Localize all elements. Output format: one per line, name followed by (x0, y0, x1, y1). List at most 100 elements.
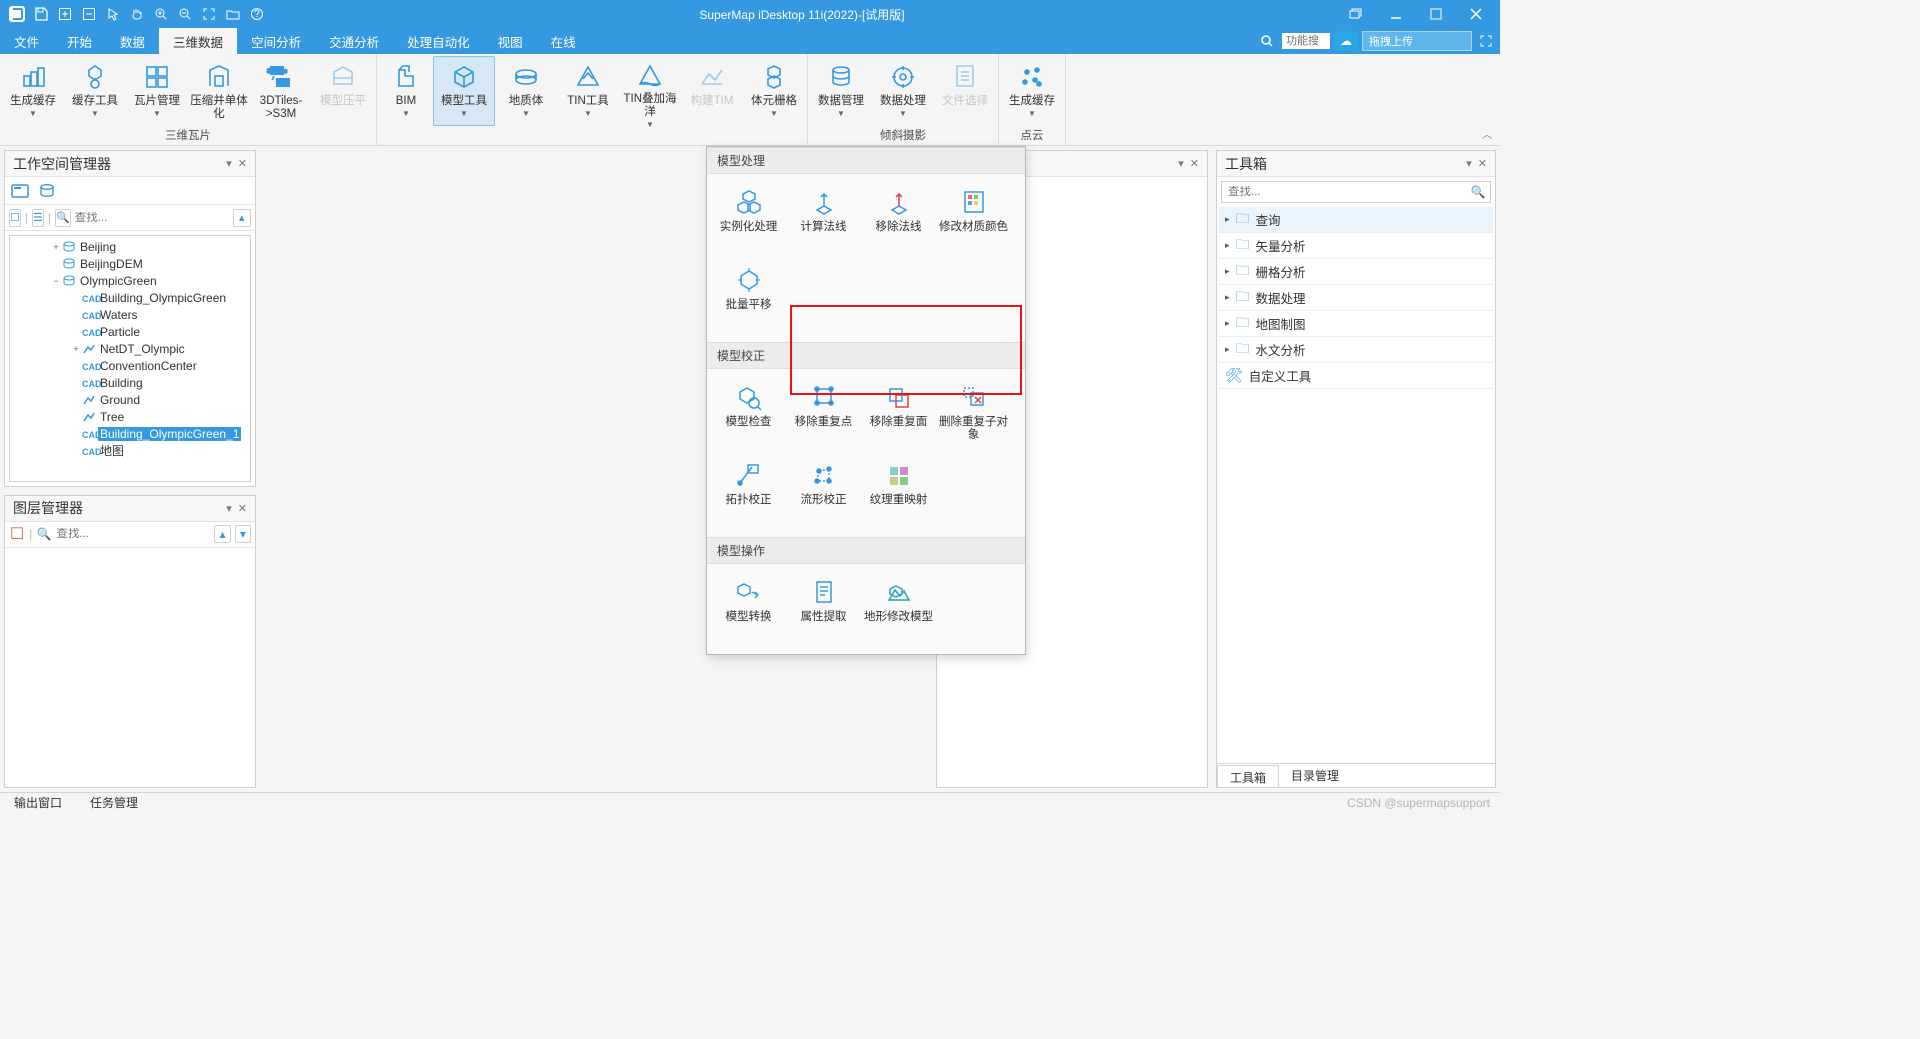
tree-node[interactable]: CADBuilding_OlympicGreen (10, 289, 250, 306)
menu-tab-view[interactable]: 视图 (484, 28, 537, 54)
layer-search-icon[interactable]: 🔍 (36, 525, 52, 543)
menu-tab-file[interactable]: 文件 (0, 28, 53, 54)
gallery-item[interactable]: 移除法线 (861, 180, 936, 258)
ribbon-button[interactable]: 体元栅格▼ (743, 56, 805, 126)
toolbox-item[interactable]: ▸🗀查询 (1219, 207, 1493, 233)
ribbon-button[interactable]: TIN叠加海洋▼ (619, 56, 681, 126)
tree-node[interactable]: CADParticle (10, 323, 250, 340)
panel-options-icon[interactable]: ▾ (226, 502, 232, 515)
tree-db-filter-icon[interactable]: ☰ (32, 209, 44, 227)
view-canvas[interactable]: 模型处理实例化处理计算法线移除法线修改材质颜色批量平移模型校正模型检查移除重复点… (260, 146, 932, 792)
toolbox-item[interactable]: ▸🗀水文分析 (1219, 337, 1493, 363)
panel-close-icon[interactable]: ✕ (1190, 157, 1199, 170)
panel-close-icon[interactable]: ✕ (238, 502, 247, 515)
ribbon-collapse-icon[interactable]: ︿ (1482, 126, 1492, 141)
menu-tab-spatial[interactable]: 空间分析 (237, 28, 315, 54)
cloud-icon[interactable]: ☁ (1334, 31, 1358, 51)
save-icon[interactable] (30, 3, 52, 25)
gallery-item[interactable]: 实例化处理 (711, 180, 786, 258)
gallery-item[interactable]: 纹理重映射 (861, 453, 936, 531)
layer-prev-icon[interactable]: ▴ (214, 525, 230, 543)
layer-search-input[interactable] (56, 528, 210, 540)
toolbox-tab-toolbox[interactable]: 工具箱 (1217, 765, 1279, 787)
tree-node[interactable]: CADWaters (10, 306, 250, 323)
tree-node[interactable]: −OlympicGreen (10, 272, 250, 289)
toolbox-item[interactable]: ▸🗀地图制图 (1219, 311, 1493, 337)
fullscreen-icon[interactable] (1476, 35, 1496, 47)
drag-upload-hint[interactable]: 拖拽上传 (1362, 31, 1472, 51)
layer-next-icon[interactable]: ▾ (235, 525, 251, 543)
toolbox-item[interactable]: 🛠自定义工具 (1219, 363, 1493, 389)
pointer-icon[interactable] (102, 3, 124, 25)
layer-add-icon[interactable]: ☐ (9, 525, 25, 543)
panel-close-icon[interactable]: ✕ (238, 157, 247, 170)
menu-tab-online[interactable]: 在线 (537, 28, 590, 54)
gallery-item[interactable]: 修改材质颜色 (936, 180, 1011, 258)
extent-icon[interactable] (198, 3, 220, 25)
window-minimize-icon[interactable] (1376, 0, 1416, 28)
open-folder-icon[interactable] (222, 3, 244, 25)
ribbon-button[interactable]: 生成缓存▼ (1001, 56, 1063, 126)
gallery-item[interactable]: 移除重复点 (786, 375, 861, 453)
tree-node[interactable]: CADBuilding (10, 374, 250, 391)
ribbon-button[interactable]: 模型工具▼ (433, 56, 495, 126)
gallery-item[interactable]: 计算法线 (786, 180, 861, 258)
tree-search-icon[interactable]: 🔍 (55, 209, 71, 227)
workspace-tree[interactable]: +BeijingBeijingDEM−OlympicGreenCADBuildi… (9, 235, 251, 482)
ribbon-button[interactable]: 瓦片管理▼ (126, 56, 188, 126)
search-icon[interactable] (1256, 34, 1278, 48)
ribbon-button[interactable]: 数据管理▼ (810, 56, 872, 126)
gallery-item[interactable]: 移除重复面 (861, 375, 936, 453)
toolbox-item[interactable]: ▸🗀数据处理 (1219, 285, 1493, 311)
tree-node[interactable]: Tree (10, 408, 250, 425)
tree-node[interactable]: CADConventionCenter (10, 357, 250, 374)
ribbon-button[interactable]: 3DTilesS3M3DTiles->S3M (250, 56, 312, 126)
ribbon-button[interactable]: 生成缓存▼ (2, 56, 64, 126)
menu-tab-data[interactable]: 数据 (106, 28, 159, 54)
menu-tab-3d-data[interactable]: 三维数据 (159, 28, 237, 54)
toolbox-item[interactable]: ▸🗀矢量分析 (1219, 233, 1493, 259)
tree-search-input[interactable] (75, 212, 229, 224)
gallery-item[interactable]: 模型检查 (711, 375, 786, 453)
toolbox-search-input[interactable] (1222, 186, 1466, 198)
tree-node[interactable]: Ground (10, 391, 250, 408)
function-search-input[interactable] (1282, 33, 1330, 49)
window-maximize-icon[interactable] (1416, 0, 1456, 28)
tree-node[interactable]: CAD地图 (10, 442, 250, 459)
status-tab-tasks[interactable]: 任务管理 (76, 794, 152, 811)
panel-options-icon[interactable]: ▾ (1466, 157, 1472, 170)
tree-node[interactable]: CADBuilding_OlympicGreen_1 (10, 425, 250, 442)
ribbon-button[interactable]: 缓存工具▼ (64, 56, 126, 126)
gallery-item[interactable]: 批量平移 (711, 258, 786, 336)
menu-tab-automation[interactable]: 处理自动化 (393, 28, 484, 54)
new-layout-icon[interactable] (54, 3, 76, 25)
gallery-item[interactable]: 属性提取 (786, 570, 861, 648)
panel-close-icon[interactable]: ✕ (1478, 157, 1487, 170)
toolbox-tab-catalog[interactable]: 目录管理 (1279, 764, 1351, 787)
gallery-item[interactable]: 拓扑校正 (711, 453, 786, 531)
tree-node[interactable]: BeijingDEM (10, 255, 250, 272)
workspace-db-icon[interactable] (39, 183, 55, 199)
workspace-window-icon[interactable] (11, 184, 29, 198)
ribbon-button[interactable]: 地质体▼ (495, 56, 557, 126)
ribbon-button[interactable]: TIN工具▼ (557, 56, 619, 126)
zoom-out-icon[interactable] (174, 3, 196, 25)
toolbox-search-icon[interactable]: 🔍 (1466, 185, 1490, 199)
gallery-item[interactable]: 模型转换 (711, 570, 786, 648)
status-tab-output[interactable]: 输出窗口 (0, 794, 76, 811)
zoom-in-icon[interactable] (150, 3, 172, 25)
pan-icon[interactable] (126, 3, 148, 25)
new-layout2-icon[interactable] (78, 3, 100, 25)
tree-prev-icon[interactable]: ▴ (233, 209, 251, 227)
menu-tab-start[interactable]: 开始 (53, 28, 106, 54)
gallery-item[interactable]: 地形修改模型 (861, 570, 936, 648)
app-logo-icon[interactable] (6, 3, 28, 25)
tree-toggle-icon[interactable]: + (70, 344, 82, 354)
panel-options-icon[interactable]: ▾ (1178, 157, 1184, 170)
tree-new-icon[interactable]: ☐ (9, 209, 21, 227)
toolbox-item[interactable]: ▸🗀栅格分析 (1219, 259, 1493, 285)
gallery-item[interactable]: 流形校正 (786, 453, 861, 531)
gallery-item[interactable]: 删除重复子对象 (936, 375, 1011, 453)
ribbon-button[interactable]: 压缩并单体化 (188, 56, 250, 126)
ribbon-button[interactable]: 数据处理▼ (872, 56, 934, 126)
